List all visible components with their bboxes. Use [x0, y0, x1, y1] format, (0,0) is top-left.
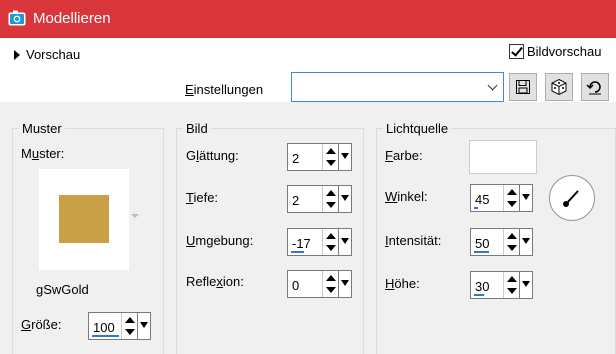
umgebung-stepper[interactable]	[322, 229, 338, 255]
save-icon	[516, 80, 530, 94]
bildvorschau-checkbox[interactable]	[509, 44, 524, 59]
reset-button[interactable]	[581, 73, 609, 101]
einstellungen-label: Einstellungen	[185, 82, 264, 97]
hoehe-stepper[interactable]	[503, 272, 519, 298]
up-arrow-icon[interactable]	[326, 190, 336, 196]
camera-icon	[8, 10, 26, 26]
intensitaet-dropdown-icon[interactable]	[519, 228, 533, 256]
winkel-label: Winkel:	[385, 189, 428, 204]
intensitaet-value[interactable]: 50	[475, 236, 489, 251]
glaettung-dropdown-icon[interactable]	[338, 143, 352, 171]
bildvorschau-option[interactable]: Bildvorschau	[509, 44, 601, 59]
up-arrow-icon[interactable]	[507, 276, 517, 282]
bildvorschau-label: Bildvorschau	[527, 44, 602, 59]
preview-label: Vorschau	[26, 47, 81, 62]
hoehe-value[interactable]: 30	[475, 279, 489, 294]
randomize-button[interactable]	[545, 73, 573, 101]
reflexion-spinner[interactable]: 0	[287, 270, 352, 298]
glaettung-spinner[interactable]: 2	[287, 143, 352, 171]
winkel-stepper[interactable]	[503, 185, 519, 211]
glaettung-value[interactable]: 2	[292, 151, 299, 166]
hoehe-dropdown-icon[interactable]	[519, 271, 533, 299]
muster-group-title: Muster	[19, 121, 65, 136]
winkel-dropdown-icon[interactable]	[519, 184, 533, 212]
einstellungen-dropdown[interactable]	[291, 72, 504, 102]
down-arrow-icon[interactable]	[326, 287, 336, 293]
groesse-dropdown-icon[interactable]	[137, 312, 151, 340]
tiefe-dropdown-icon[interactable]	[338, 185, 352, 213]
down-arrow-icon[interactable]	[507, 245, 517, 251]
pattern-picker[interactable]	[39, 169, 129, 270]
intensitaet-level-bar	[474, 251, 489, 253]
intensitaet-label: Intensität:	[385, 233, 442, 248]
title-bar: Modellieren	[0, 0, 616, 38]
hoehe-spinner[interactable]: 30	[470, 271, 533, 299]
angle-dial[interactable]	[549, 175, 595, 221]
down-arrow-icon[interactable]	[507, 288, 517, 294]
preview-toggle[interactable]: Vorschau	[14, 47, 80, 62]
groesse-stepper[interactable]	[121, 313, 137, 339]
up-arrow-icon[interactable]	[326, 148, 336, 154]
tiefe-value[interactable]: 2	[292, 193, 299, 208]
farbe-color-picker[interactable]	[469, 140, 537, 174]
reflexion-dropdown-icon[interactable]	[338, 270, 352, 298]
winkel-spinner[interactable]: 45	[470, 184, 533, 212]
window-title: Modellieren	[33, 10, 111, 27]
reset-icon	[586, 81, 601, 95]
up-arrow-icon[interactable]	[326, 233, 336, 239]
pattern-dropdown-arrow-icon[interactable]	[131, 214, 139, 218]
intensitaet-stepper[interactable]	[503, 229, 519, 255]
up-arrow-icon[interactable]	[507, 189, 517, 195]
save-preset-button[interactable]	[509, 73, 537, 101]
up-arrow-icon[interactable]	[125, 317, 135, 323]
umgebung-dropdown-icon[interactable]	[338, 228, 352, 256]
pattern-name: gSwGold	[36, 282, 89, 297]
up-arrow-icon[interactable]	[507, 233, 517, 239]
tiefe-spinner[interactable]: 2	[287, 185, 352, 213]
groesse-spinner[interactable]: 100	[88, 312, 151, 340]
reflexion-label: Reflexion:	[186, 274, 244, 289]
down-arrow-icon[interactable]	[326, 202, 336, 208]
winkel-value[interactable]: 45	[475, 192, 489, 207]
hoehe-label: Höhe:	[385, 276, 420, 291]
reflexion-value[interactable]: 0	[292, 278, 299, 293]
settings-header: Vorschau Bildvorschau Einstellungen	[0, 38, 616, 102]
glaettung-label: Glättung:	[186, 148, 239, 163]
hoehe-level-bar	[474, 294, 484, 296]
umgebung-spinner[interactable]: -17	[287, 228, 352, 256]
farbe-label: Farbe:	[385, 148, 423, 163]
down-arrow-icon[interactable]	[326, 245, 336, 251]
umgebung-value[interactable]: -17	[292, 236, 311, 251]
down-arrow-icon[interactable]	[507, 201, 517, 207]
chevron-down-icon[interactable]	[483, 73, 503, 101]
winkel-level-bar	[474, 207, 478, 209]
umgebung-level-bar	[291, 251, 304, 253]
down-arrow-icon[interactable]	[326, 160, 336, 166]
down-arrow-icon[interactable]	[125, 329, 135, 335]
tiefe-label: Tiefe:	[186, 190, 219, 205]
groesse-value[interactable]: 100	[93, 320, 115, 335]
expand-arrow-icon	[14, 49, 20, 60]
muster-label: Muster:	[21, 146, 65, 161]
glaettung-stepper[interactable]	[322, 144, 338, 170]
up-arrow-icon[interactable]	[326, 275, 336, 281]
dice-icon	[551, 78, 567, 96]
groesse-level-bar	[92, 335, 119, 337]
groesse-label: Größe:	[21, 317, 62, 332]
intensitaet-spinner[interactable]: 50	[470, 228, 533, 256]
reflexion-stepper[interactable]	[322, 271, 338, 297]
bild-group-title: Bild	[183, 121, 211, 136]
pattern-swatch	[59, 195, 109, 243]
angle-pointer-icon	[563, 190, 579, 207]
lichtquelle-group-title: Lichtquelle	[383, 121, 452, 136]
tiefe-stepper[interactable]	[322, 186, 338, 212]
umgebung-label: Umgebung:	[186, 233, 254, 248]
